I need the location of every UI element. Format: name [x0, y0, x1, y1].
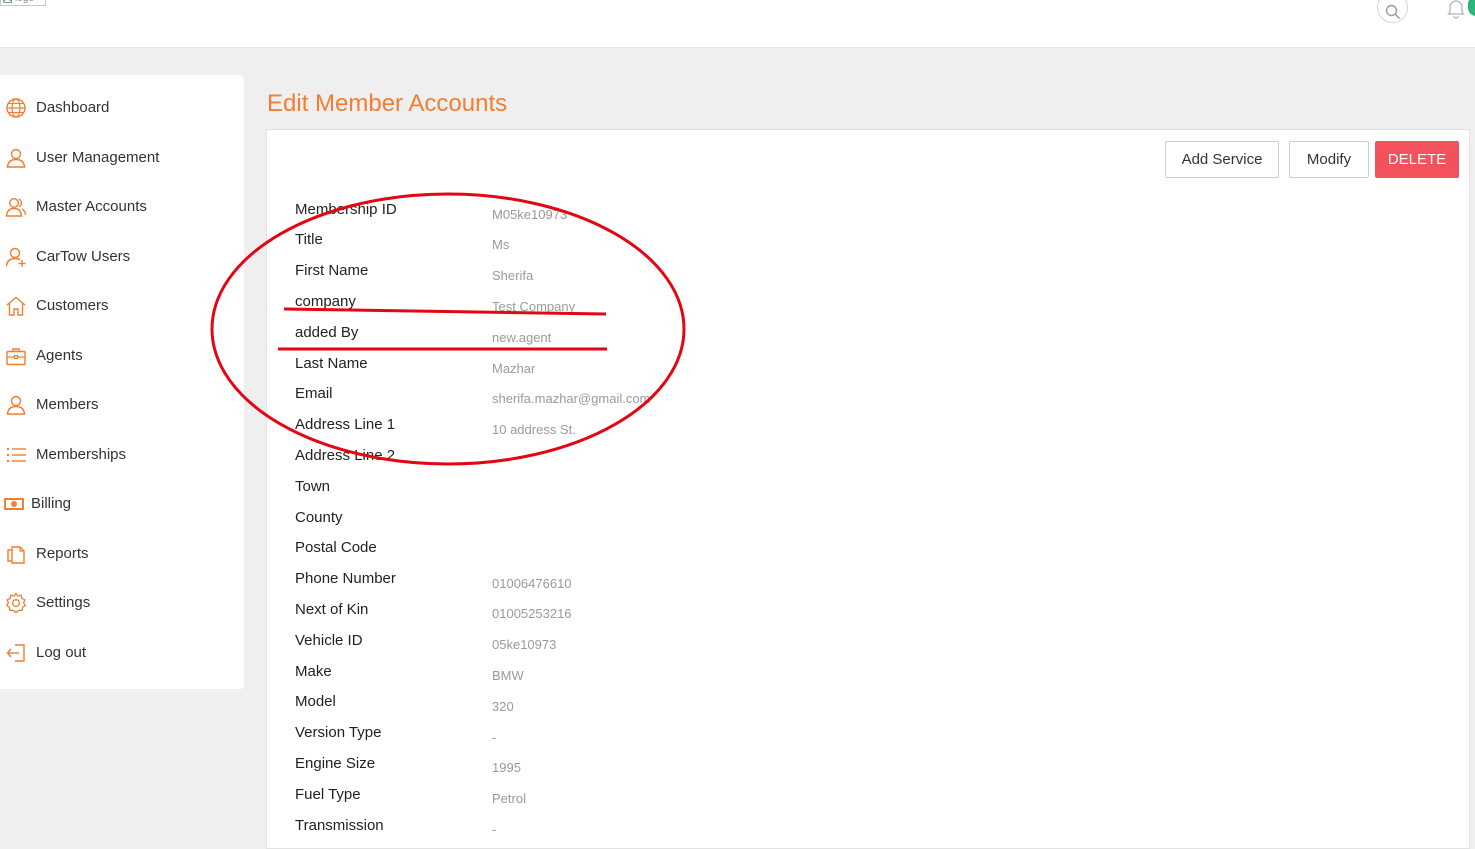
sidebar-item-dashboard[interactable]: Dashboard — [0, 93, 244, 123]
search-button[interactable] — [1377, 0, 1408, 23]
field-label-transmission: Transmission — [295, 817, 384, 834]
users-icon — [5, 197, 27, 217]
sidebar-item-label: Dashboard — [36, 99, 110, 116]
sidebar-item-reports[interactable]: Reports — [0, 539, 244, 569]
field-label-last-name: Last Name — [295, 355, 368, 372]
field-label-make: Make — [295, 663, 332, 680]
list-icon — [6, 447, 26, 463]
sidebar-item-label: Master Accounts — [36, 198, 147, 215]
delete-button[interactable]: DELETE — [1375, 141, 1459, 178]
sidebar-item-settings[interactable]: Settings — [0, 588, 244, 618]
field-label-town: Town — [295, 478, 331, 495]
field-value-version-type: - — [492, 730, 497, 745]
sidebar-item-label: Settings — [36, 594, 91, 611]
field-label-next-of-kin: Next of Kin — [295, 601, 369, 618]
field-label-address-line-2: Address Line 2 — [295, 447, 396, 464]
field-label-company: company — [295, 293, 356, 310]
sidebar-item-members[interactable]: Members — [0, 390, 244, 420]
sidebar-item-label: User Management — [36, 149, 160, 166]
gear-icon — [5, 592, 27, 614]
field-value-email: sherifa.mazhar@gmail.com — [492, 391, 651, 406]
field-label-model: Model — [295, 693, 336, 710]
money-icon — [4, 498, 24, 510]
sidebar-item-label: Customers — [36, 297, 109, 314]
field-value-fuel-type: Petrol — [492, 791, 526, 806]
field-label-phone-number: Phone Number — [295, 570, 396, 587]
sidebar: Dashboard User Management Master Account… — [0, 75, 244, 689]
field-value-phone-number: 01006476610 — [492, 576, 572, 591]
sidebar-item-label: Agents — [36, 347, 83, 364]
field-label-title: Title — [295, 231, 323, 248]
field-value-company: Test Company — [492, 299, 576, 314]
top-bar: logo — [0, 0, 1475, 48]
field-value-transmission: - — [492, 822, 497, 837]
sidebar-item-user-management[interactable]: User Management — [0, 143, 244, 173]
sidebar-item-cartow-users[interactable]: CarTow Users — [0, 242, 244, 272]
sidebar-item-label: CarTow Users — [36, 248, 131, 265]
member-details-card — [266, 129, 1470, 849]
user-add-icon — [5, 247, 26, 267]
search-icon — [1385, 4, 1400, 19]
field-value-engine-size: 1995 — [492, 760, 521, 775]
sidebar-item-logout[interactable]: Log out — [0, 638, 244, 668]
logo[interactable]: logo — [0, 0, 46, 6]
sidebar-item-billing[interactable]: Billing — [0, 489, 244, 519]
sidebar-item-agents[interactable]: Agents — [0, 341, 244, 371]
modify-button[interactable]: Modify — [1289, 141, 1369, 178]
sidebar-item-label: Members — [36, 396, 99, 413]
briefcase-icon — [6, 348, 26, 366]
globe-icon — [6, 98, 26, 118]
field-label-email: Email — [295, 385, 333, 402]
field-value-address-line-1: 10 address St. — [492, 422, 576, 437]
sidebar-item-customers[interactable]: Customers — [0, 291, 244, 321]
avatar[interactable] — [1468, 0, 1475, 16]
logo-alt-text: logo — [15, 0, 34, 4]
user-icon — [6, 148, 26, 168]
field-label-membership-id: Membership ID — [295, 201, 397, 218]
sidebar-item-memberships[interactable]: Memberships — [0, 440, 244, 470]
field-value-added-by: new.agent — [492, 330, 552, 345]
sidebar-item-label: Log out — [36, 644, 87, 661]
bell-icon[interactable] — [1446, 0, 1466, 20]
field-label-county: County — [295, 509, 343, 526]
home-icon — [6, 296, 26, 316]
field-value-model: 320 — [492, 699, 514, 714]
field-label-fuel-type: Fuel Type — [295, 786, 361, 803]
field-label-first-name: First Name — [295, 262, 369, 279]
copy-icon — [7, 546, 25, 564]
field-label-engine-size: Engine Size — [295, 755, 376, 772]
field-value-title: Ms — [492, 237, 510, 252]
field-value-next-of-kin: 01005253216 — [492, 606, 572, 621]
user-icon — [6, 395, 26, 415]
broken-image-icon — [3, 0, 12, 3]
field-value-membership-id: M05ke10973 — [492, 207, 568, 222]
field-label-postal-code: Postal Code — [295, 539, 377, 556]
logout-icon — [6, 644, 25, 662]
field-label-address-line-1: Address Line 1 — [295, 416, 396, 433]
sidebar-item-label: Reports — [36, 545, 89, 562]
field-label-vehicle-id: Vehicle ID — [295, 632, 363, 649]
page-title: Edit Member Accounts — [267, 90, 508, 117]
field-value-last-name: Mazhar — [492, 361, 536, 376]
sidebar-item-label: Memberships — [36, 446, 127, 463]
sidebar-item-label: Billing — [31, 495, 72, 512]
sidebar-item-master-accounts[interactable]: Master Accounts — [0, 192, 244, 222]
field-label-added-by: added By — [295, 324, 359, 341]
field-value-make: BMW — [492, 668, 524, 683]
field-label-version-type: Version Type — [295, 724, 382, 741]
field-value-first-name: Sherifa — [492, 268, 534, 283]
field-value-vehicle-id: 05ke10973 — [492, 637, 557, 652]
add-service-button[interactable]: Add Service — [1165, 141, 1279, 178]
